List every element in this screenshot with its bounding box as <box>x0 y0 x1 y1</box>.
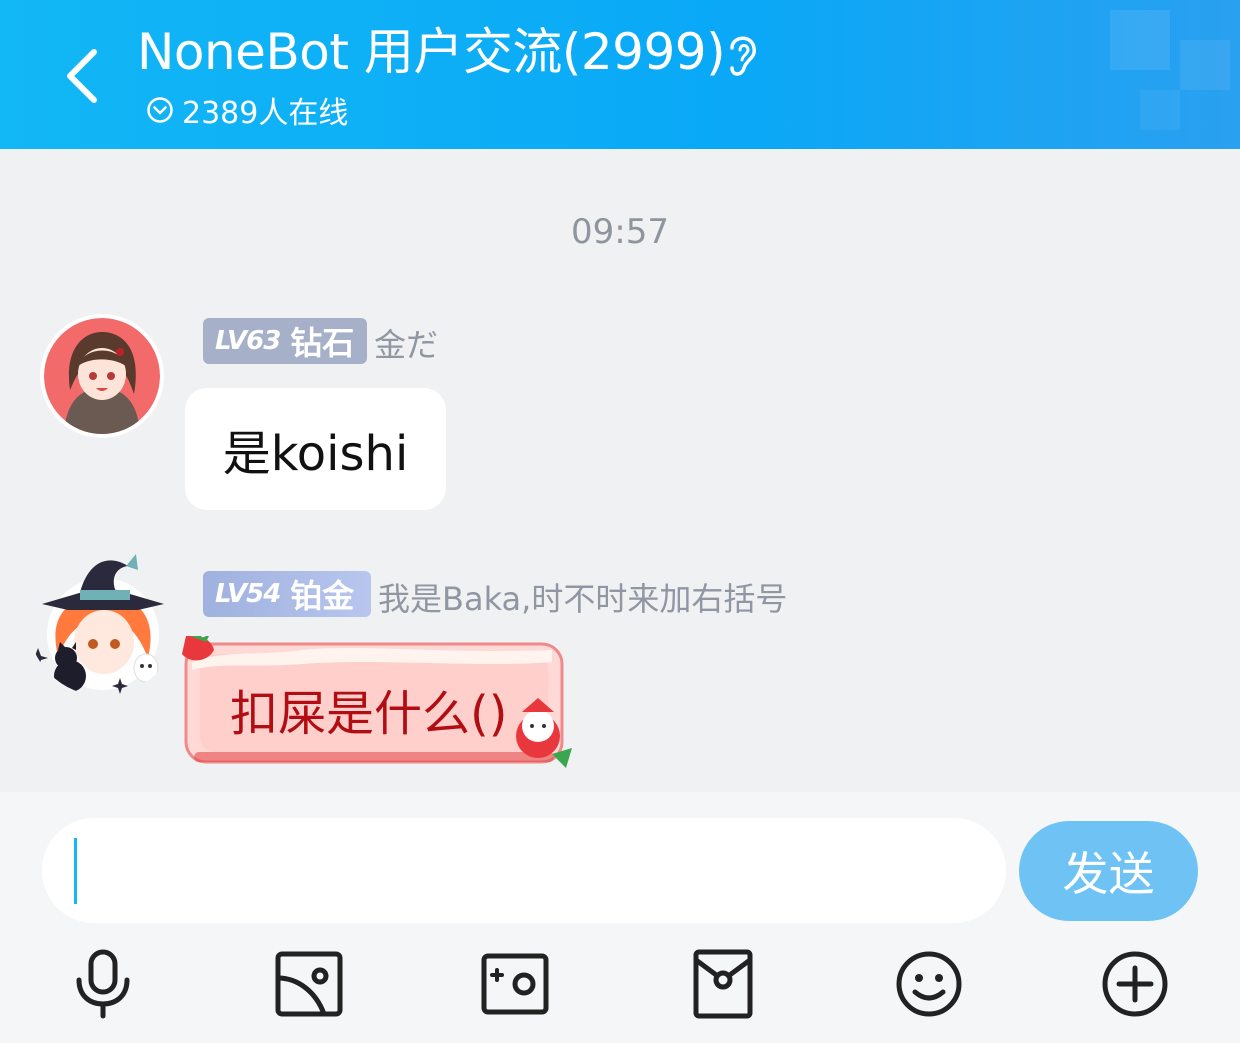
send-button[interactable]: 发送 <box>1019 821 1198 921</box>
sender-nickname[interactable]: 金だ <box>374 320 438 366</box>
message-text: 扣屎是什么() <box>230 686 508 742</box>
level-text: LV63 <box>215 326 281 356</box>
message-bubble[interactable]: 是koishi <box>185 388 446 510</box>
level-title: 钻石 <box>290 324 355 362</box>
group-title[interactable]: NoneBot 用户交流(2999) <box>137 22 726 82</box>
message-text: 是koishi <box>222 426 409 482</box>
member-level-badge: LV54 铂金 <box>203 571 371 617</box>
sender-nickname[interactable]: 我是Baka,时不时来加右括号 <box>378 574 787 620</box>
message-timestamp: 09:57 <box>571 212 669 252</box>
more-button[interactable] <box>1100 948 1170 1020</box>
plus-icon <box>1102 951 1168 1017</box>
message-bubble[interactable]: 扣屎是什么() <box>182 636 572 776</box>
level-text: LV54 <box>215 579 281 609</box>
sender-avatar[interactable] <box>44 318 160 434</box>
chevron-left-icon <box>67 49 97 103</box>
camera-icon <box>481 953 549 1015</box>
red-packet-icon <box>693 949 753 1019</box>
image-icon <box>275 951 343 1017</box>
earpiece-mode-icon[interactable] <box>722 30 762 78</box>
level-title: 铂金 <box>290 577 355 615</box>
online-count[interactable]: 2389人在线 <box>146 90 349 131</box>
chevron-circle-down-icon <box>147 97 173 123</box>
emoji-icon <box>896 951 962 1017</box>
voice-button[interactable] <box>68 948 138 1020</box>
photo-button[interactable] <box>274 948 344 1020</box>
red-packet-button[interactable] <box>688 948 758 1020</box>
online-count-text: 2389人在线 <box>182 96 349 131</box>
chat-header: NoneBot 用户交流(2999) 2389人在线 <box>0 0 1240 149</box>
camera-button[interactable] <box>480 948 550 1020</box>
sender-avatar[interactable] <box>28 546 178 696</box>
back-button[interactable] <box>56 40 116 110</box>
text-caret <box>74 838 77 904</box>
header-decoration <box>1110 10 1230 130</box>
message-input[interactable] <box>42 818 1006 923</box>
emoji-button[interactable] <box>894 948 964 1020</box>
member-level-badge: LV63 钻石 <box>203 318 367 364</box>
microphone-icon <box>76 949 130 1019</box>
